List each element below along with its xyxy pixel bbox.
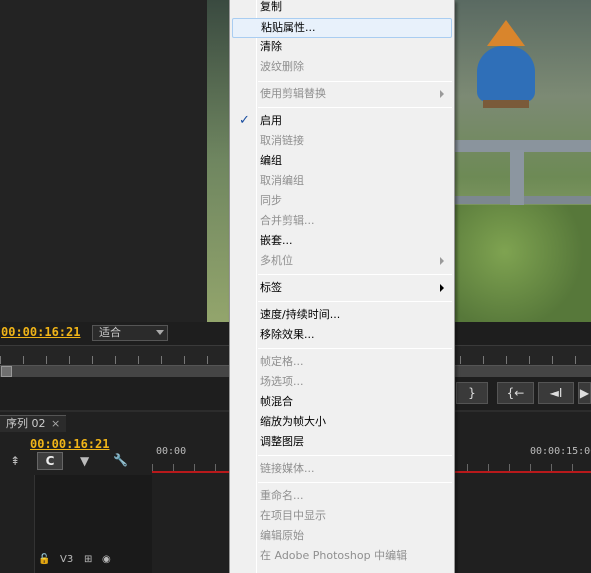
fit-dropdown[interactable]: 适合	[92, 325, 168, 341]
fit-label: 适合	[99, 326, 121, 339]
mark-out-button[interactable]: }	[456, 382, 488, 404]
menu-item-scale-to-frame[interactable]: 缩放为帧大小	[230, 412, 454, 432]
menu-separator	[258, 455, 452, 456]
menu-item-adjustment-layer[interactable]: 调整图层	[230, 432, 454, 452]
menu-item-ripple-delete[interactable]: 波纹删除	[230, 57, 454, 77]
menu-separator	[258, 348, 452, 349]
scroll-handle[interactable]	[1, 366, 12, 377]
menu-item-frame-hold[interactable]: 帧定格...	[230, 352, 454, 372]
ruler-mark-label: 00:00:15:00	[530, 446, 591, 457]
menu-item-clear[interactable]: 清除	[230, 37, 454, 57]
chevron-down-icon	[156, 330, 164, 335]
timeline-timecode[interactable]: 00:00:16:21	[30, 437, 109, 451]
menu-item-multicam[interactable]: 多机位	[230, 251, 454, 271]
step-back-button[interactable]: ◄I	[538, 382, 574, 404]
menu-item-group[interactable]: 编组	[230, 151, 454, 171]
video-birdhouse	[475, 20, 537, 108]
timeline-toolbar: ⇞ C ▼ 🔧	[0, 452, 152, 474]
source-panel	[0, 0, 207, 322]
chevron-right-icon	[440, 90, 444, 98]
menu-item-merge-clips[interactable]: 合并剪辑...	[230, 211, 454, 231]
monitor-timecode[interactable]: 00:00:16:21	[1, 325, 80, 339]
menu-item-enable[interactable]: ✓ 启用	[230, 111, 454, 131]
chevron-right-icon	[440, 257, 444, 265]
menu-item-field-options[interactable]: 场选项...	[230, 372, 454, 392]
menu-separator	[258, 301, 452, 302]
menu-item-link-media[interactable]: 链接媒体...	[230, 459, 454, 479]
marker-icon[interactable]: ▼	[80, 454, 89, 468]
menu-separator	[258, 482, 452, 483]
menu-item-edit-original[interactable]: 编辑原始	[230, 526, 454, 546]
tab-label: 序列 02	[6, 417, 46, 430]
play-button[interactable]: ▶	[578, 382, 591, 404]
menu-item-paste-attributes[interactable]: 粘贴属性...	[232, 18, 452, 38]
go-to-in-button[interactable]: {←	[497, 382, 534, 404]
menu-item-label[interactable]: 标签	[230, 278, 454, 298]
menu-item-copy[interactable]: 复制	[230, 0, 454, 17]
menu-item-remove-effects[interactable]: 移除效果...	[230, 325, 454, 345]
menu-separator	[258, 107, 452, 108]
context-menu: 复制 粘贴属性... 清除 波纹删除 使用剪辑替换 ✓ 启用 取消链接 编组 取消…	[229, 0, 455, 573]
snap-icon[interactable]: C	[37, 452, 63, 470]
track-label[interactable]: V3	[60, 554, 73, 565]
menu-separator	[258, 81, 452, 82]
menu-item-ungroup[interactable]: 取消编组	[230, 171, 454, 191]
lock-icon[interactable]: 🔓	[38, 554, 50, 565]
menu-item-frame-blend[interactable]: 帧混合	[230, 392, 454, 412]
eye-icon[interactable]: ◉	[102, 554, 111, 565]
nest-toggle-icon[interactable]: ⇞	[10, 454, 20, 468]
menu-item-nest[interactable]: 嵌套...	[230, 231, 454, 251]
wrench-icon[interactable]: 🔧	[113, 453, 128, 467]
menu-item-unlink[interactable]: 取消链接	[230, 131, 454, 151]
menu-item-reveal-in-project[interactable]: 在项目中显示	[230, 506, 454, 526]
close-icon[interactable]: ×	[51, 417, 60, 430]
menu-item-speed-duration[interactable]: 速度/持续时间...	[230, 305, 454, 325]
chevron-right-icon	[440, 284, 444, 292]
ruler-start-label: 00:00	[156, 446, 187, 457]
menu-separator	[258, 274, 452, 275]
checkmark-icon: ✓	[239, 113, 250, 128]
menu-item-synchronize[interactable]: 同步	[230, 191, 454, 211]
menu-item-edit-in-photoshop[interactable]: 在 Adobe Photoshop 中编辑	[230, 546, 454, 566]
film-icon[interactable]: ⊞	[84, 554, 92, 565]
track-header-v3: 🔓 V3 ⊞ ◉	[34, 552, 154, 572]
tab-sequence-02[interactable]: 序列 02 ×	[0, 415, 67, 432]
video-bush	[447, 205, 591, 322]
menu-item-replace-with-clip[interactable]: 使用剪辑替换	[230, 84, 454, 104]
menu-item-rename[interactable]: 重命名...	[230, 486, 454, 506]
